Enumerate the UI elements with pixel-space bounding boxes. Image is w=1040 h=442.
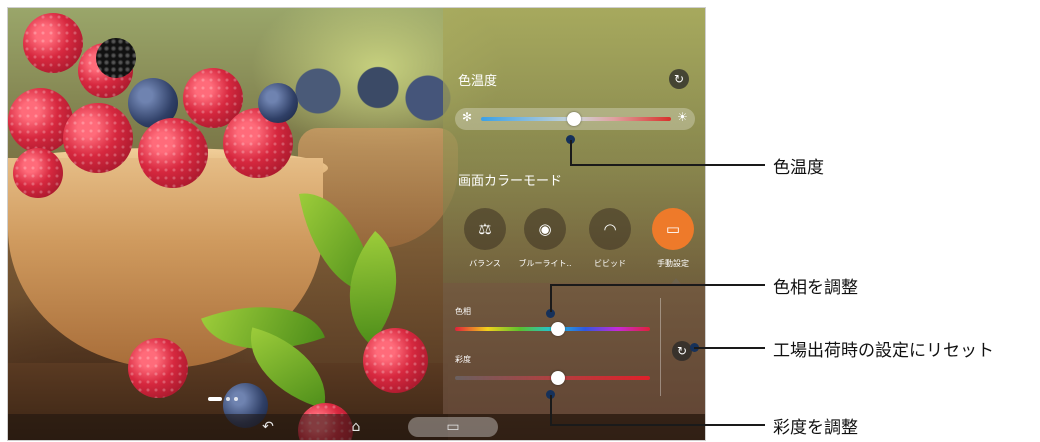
tablet-screen: 色温度 ↻ ✻ ☀ 画面カラーモード ⚖ バランス ◉ ブルーライト.. ◠ ビ…	[7, 7, 706, 441]
callout-line	[570, 140, 572, 165]
snowflake-icon: ✻	[462, 110, 473, 124]
eye-shield-icon: ◉	[524, 208, 566, 250]
raspberry	[363, 328, 428, 393]
screen-color-mode-title: 画面カラーモード	[458, 174, 563, 189]
color-temperature-title: 色温度	[458, 74, 498, 89]
callout-line	[570, 164, 765, 166]
raspberry	[128, 338, 188, 398]
manual-adjust-area	[443, 283, 705, 414]
page-dot-active	[208, 397, 222, 401]
callout-hue: 色相を調整	[773, 278, 858, 298]
vivid-rainbow-icon: ◠	[589, 208, 631, 250]
sun-icon: ☀	[677, 110, 688, 124]
color-temperature-thumb[interactable]	[567, 112, 581, 126]
page-dot	[226, 397, 230, 401]
callout-line	[550, 395, 552, 425]
hue-slider-thumb[interactable]	[551, 322, 565, 336]
balance-scale-icon: ⚖	[464, 208, 506, 250]
callout-reset: 工場出荷時の設定にリセット	[773, 341, 994, 361]
raspberry	[138, 118, 208, 188]
mode-label: ビビッド	[594, 259, 626, 268]
hue-label: 色相	[455, 307, 471, 316]
factory-reset-button[interactable]: ↻	[672, 341, 692, 361]
recent-apps-icon[interactable]: ▭	[408, 417, 498, 437]
mode-bluelight-button[interactable]: ◉ ブルーライト..	[515, 208, 575, 269]
color-temperature-slider[interactable]: ✻ ☀	[455, 108, 695, 130]
raspberry	[23, 13, 83, 73]
callout-line	[550, 284, 552, 312]
callout-line	[694, 347, 765, 349]
color-temperature-reset-button[interactable]: ↻	[669, 69, 689, 89]
mode-balance-button[interactable]: ⚖ バランス	[455, 208, 515, 269]
callout-color-temperature: 色温度	[773, 158, 824, 178]
raspberry	[13, 148, 63, 198]
page-indicator	[208, 397, 238, 401]
saturation-slider-thumb[interactable]	[551, 371, 565, 385]
home-icon[interactable]: ⌂	[346, 417, 366, 437]
callout-line	[550, 424, 765, 426]
callout-saturation: 彩度を調整	[773, 418, 858, 438]
callout-line	[550, 284, 765, 286]
raspberry	[63, 103, 133, 173]
blueberry	[258, 83, 298, 123]
mode-label: ブルーライト..	[518, 259, 572, 268]
refresh-icon: ↻	[673, 72, 685, 86]
blackberry	[96, 38, 136, 78]
navigation-bar: ↶ ⌂ ▭	[8, 414, 705, 440]
mode-vivid-button[interactable]: ◠ ビビッド	[580, 208, 640, 269]
mode-label: バランス	[469, 259, 501, 268]
vertical-divider	[660, 298, 661, 396]
back-icon[interactable]: ↶	[258, 417, 278, 437]
saturation-label: 彩度	[455, 355, 471, 364]
mode-manual-button[interactable]: ▭ 手動設定	[643, 208, 703, 284]
display-settings-panel: 色温度 ↻ ✻ ☀ 画面カラーモード ⚖ バランス ◉ ブルーライト.. ◠ ビ…	[443, 8, 705, 414]
manual-settings-icon: ▭	[652, 208, 694, 250]
page-dot	[234, 397, 238, 401]
refresh-icon: ↻	[676, 344, 688, 358]
mode-label: 手動設定	[657, 259, 689, 268]
